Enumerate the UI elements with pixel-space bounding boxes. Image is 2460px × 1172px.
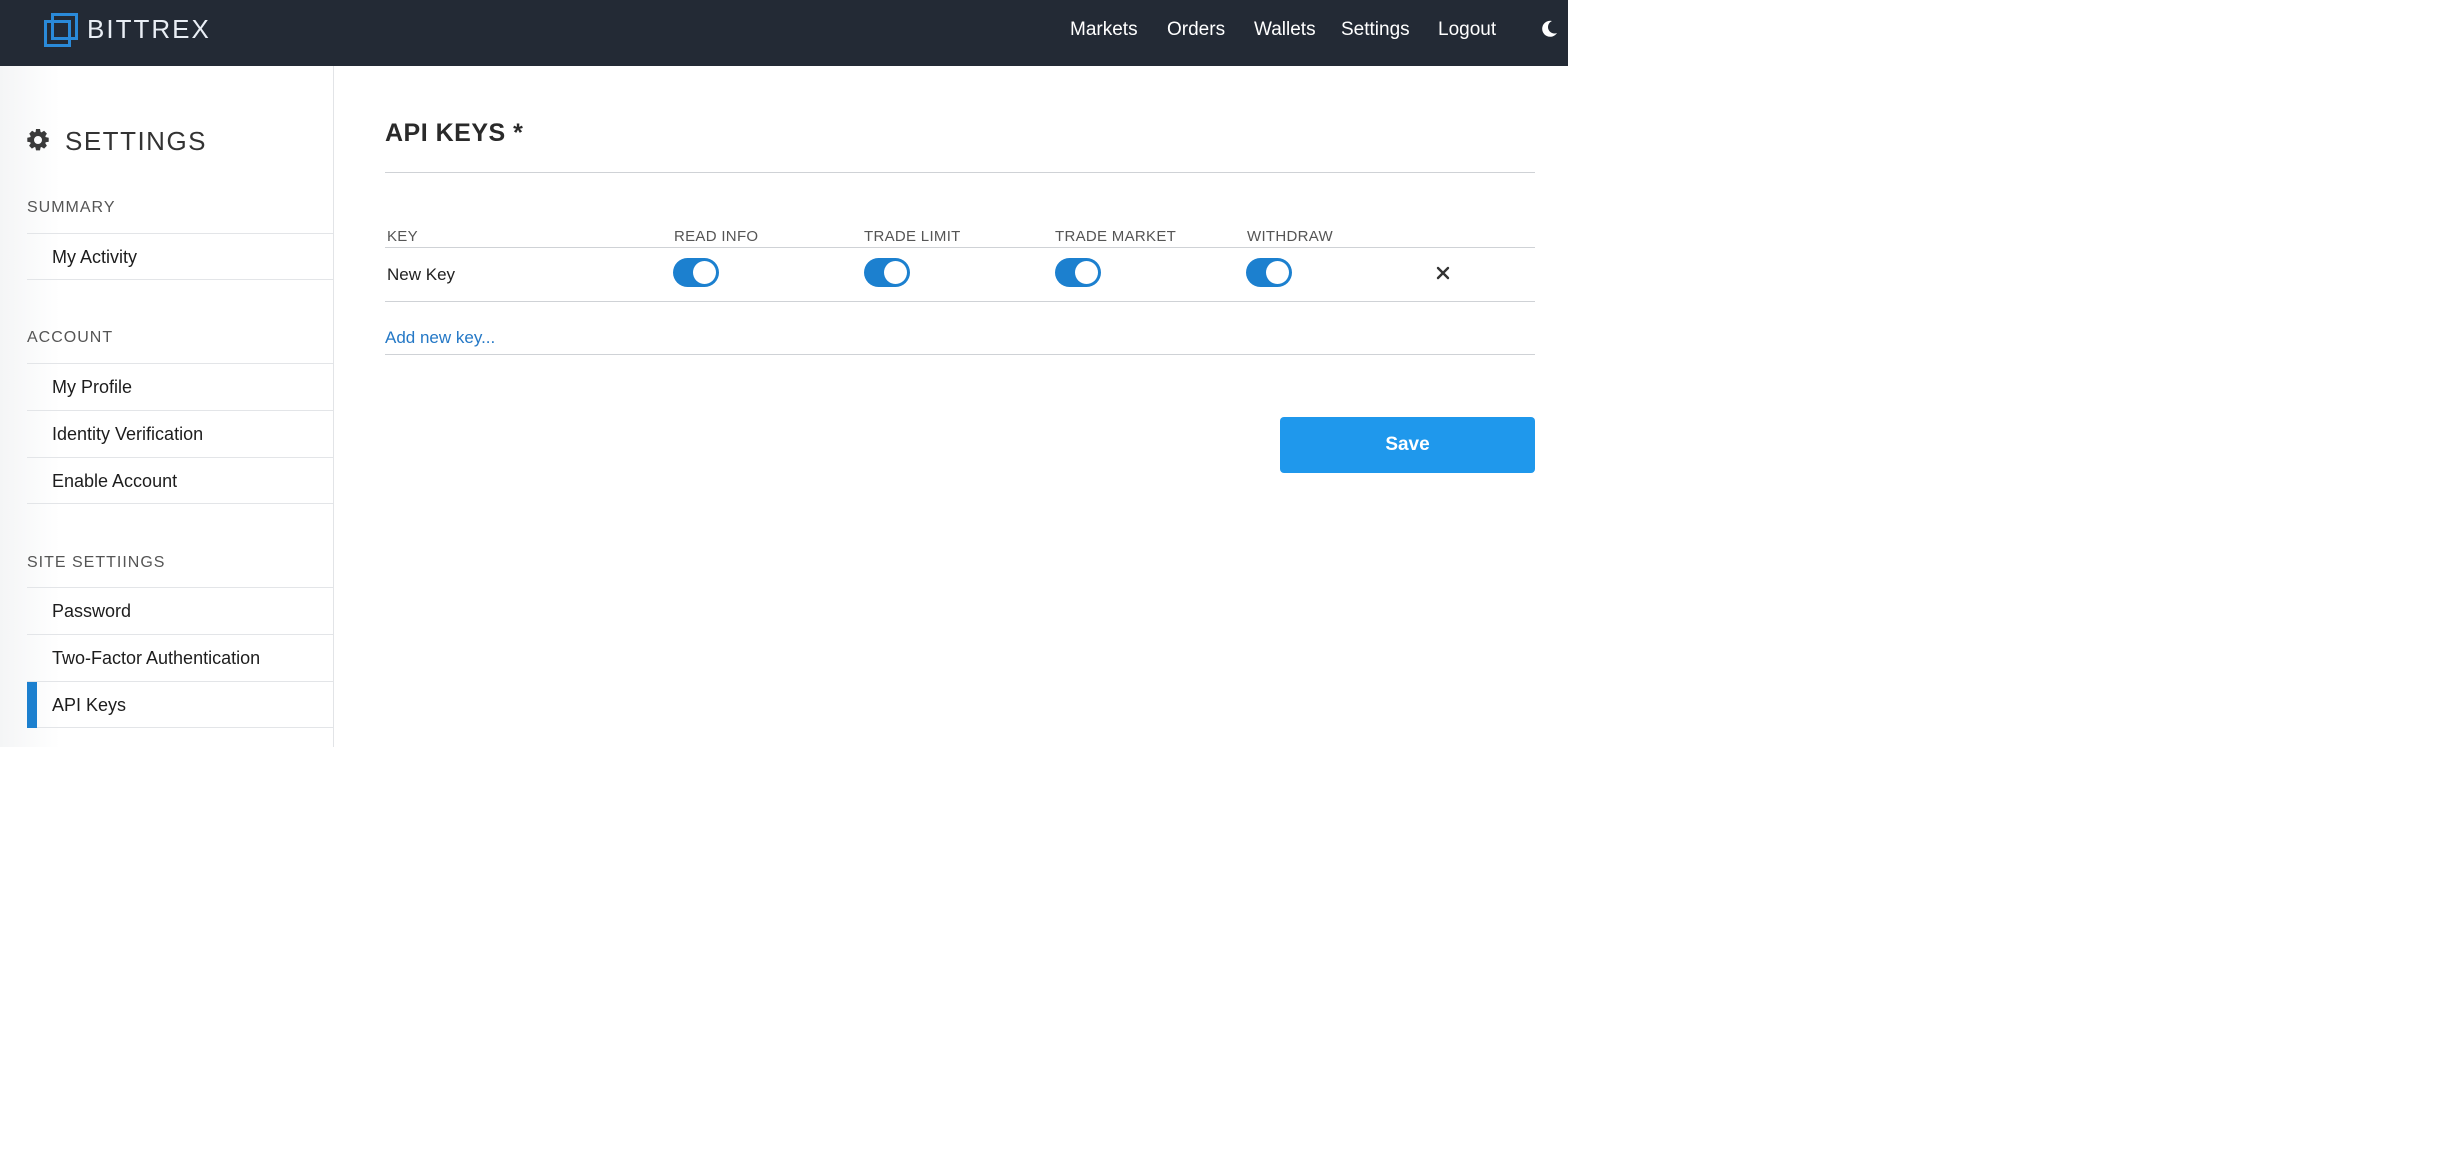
sidebar-item-identity-verification[interactable]: Identity Verification bbox=[27, 410, 333, 457]
add-new-key-link[interactable]: Add new key... bbox=[385, 327, 495, 349]
read-info-toggle[interactable] bbox=[673, 258, 719, 287]
section-heading-account: ACCOUNT bbox=[27, 329, 114, 346]
sidebar-item-password[interactable]: Password bbox=[27, 587, 333, 634]
nav-logout[interactable]: Logout bbox=[1438, 18, 1496, 42]
page-title: API KEYS * bbox=[385, 119, 524, 147]
table-header-divider bbox=[385, 247, 1535, 248]
nav-settings[interactable]: Settings bbox=[1341, 18, 1410, 42]
sidebar-title-text: SETTINGS bbox=[65, 126, 208, 156]
sidebar-item-api-keys[interactable]: API Keys bbox=[27, 681, 333, 728]
moon-icon[interactable] bbox=[1539, 19, 1559, 39]
column-header-trade-market: TRADE MARKET bbox=[1055, 228, 1177, 245]
toggle-knob bbox=[1075, 261, 1098, 284]
withdraw-toggle[interactable] bbox=[1246, 258, 1292, 287]
nav-markets[interactable]: Markets bbox=[1070, 18, 1138, 42]
top-nav: BITTREX Markets Orders Wallets Settings … bbox=[0, 0, 1568, 66]
nav-orders[interactable]: Orders bbox=[1167, 18, 1225, 42]
toggle-knob bbox=[1266, 261, 1289, 284]
nav-wallets[interactable]: Wallets bbox=[1254, 18, 1316, 42]
bittrex-logo-icon[interactable] bbox=[44, 13, 78, 47]
toggle-knob bbox=[693, 261, 716, 284]
api-key-name: New Key bbox=[387, 265, 456, 284]
title-divider bbox=[385, 172, 1535, 173]
trade-limit-toggle[interactable] bbox=[864, 258, 910, 287]
sidebar-item-two-factor[interactable]: Two-Factor Authentication bbox=[27, 634, 333, 681]
trade-market-toggle[interactable] bbox=[1055, 258, 1101, 287]
gear-icon bbox=[27, 129, 49, 151]
sidebar-item-my-activity[interactable]: My Activity bbox=[27, 233, 333, 280]
close-icon[interactable] bbox=[1436, 266, 1450, 280]
column-header-key: KEY bbox=[387, 228, 418, 245]
table-row-divider bbox=[385, 301, 1535, 302]
sidebar-item-my-profile[interactable]: My Profile bbox=[27, 363, 333, 410]
sidebar-item-enable-account[interactable]: Enable Account bbox=[27, 457, 333, 504]
toggle-knob bbox=[884, 261, 907, 284]
column-header-trade-limit: TRADE LIMIT bbox=[864, 228, 961, 245]
settings-sidebar: SETTINGS SUMMARY My Activity ACCOUNT My … bbox=[0, 66, 334, 747]
section-heading-site-settings: SITE SETTIINGS bbox=[27, 554, 166, 571]
section-heading-summary: SUMMARY bbox=[27, 199, 116, 216]
table-bottom-divider bbox=[385, 354, 1535, 355]
column-header-withdraw: WITHDRAW bbox=[1247, 228, 1333, 245]
save-button[interactable]: Save bbox=[1280, 417, 1535, 473]
brand-name[interactable]: BITTREX bbox=[87, 13, 211, 45]
column-header-read-info: READ INFO bbox=[674, 228, 759, 245]
